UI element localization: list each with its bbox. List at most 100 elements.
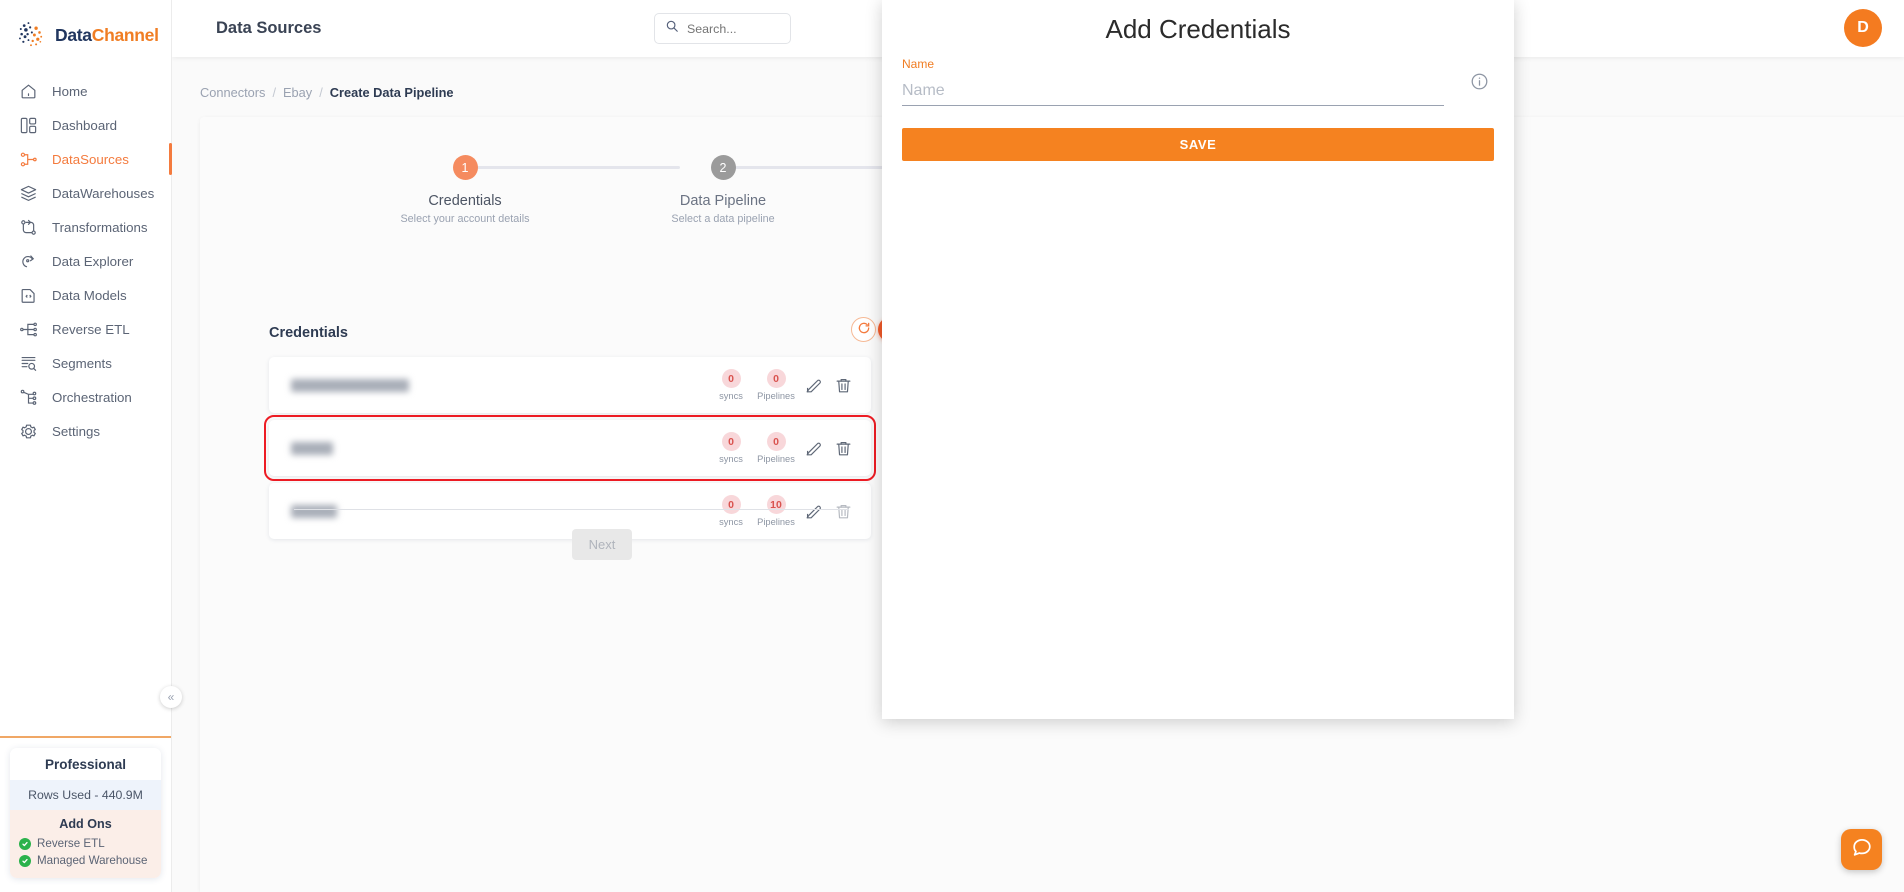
check-circle-icon xyxy=(19,854,31,867)
sidebar-item-label: Dashboard xyxy=(52,117,118,133)
sidebar-item-label: Data Explorer xyxy=(52,253,134,269)
syncs-label: syncs xyxy=(719,391,743,401)
credentials-heading: Credentials xyxy=(269,325,348,341)
stepper-step-credentials[interactable]: 1 Credentials Select your account detail… xyxy=(365,155,565,225)
dashboard-icon xyxy=(18,115,39,136)
modal-title: Add Credentials xyxy=(1105,14,1291,44)
syncs-badge-group: 0 syncs xyxy=(714,369,748,401)
plan-card[interactable]: Professional Rows Used - 440.9M Add Ons … xyxy=(10,748,161,878)
credential-name-masked xyxy=(291,378,409,392)
brand-name-part2: Channel xyxy=(91,24,159,45)
delete-icon[interactable] xyxy=(834,376,853,395)
brand-logo[interactable]: DataChannel xyxy=(0,0,171,66)
plan-addon-label: Reverse ETL xyxy=(37,837,105,850)
settings-gear-icon xyxy=(18,421,39,442)
stepper-step-title: Data Pipeline xyxy=(679,193,767,209)
status-badge: 0 xyxy=(721,369,741,388)
credential-row[interactable]: 0 syncs 0 Pipelines xyxy=(264,415,876,481)
chat-bubble-button[interactable] xyxy=(1841,829,1882,870)
brand-name-part1: Data xyxy=(55,24,92,45)
pipelines-badge-group: 10 Pipelines xyxy=(757,495,795,527)
data-models-icon xyxy=(18,285,39,306)
user-avatar[interactable]: D xyxy=(1844,9,1882,47)
credential-row-actions: 0 syncs 0 Pipelines xyxy=(714,432,871,464)
edit-icon[interactable] xyxy=(804,376,823,395)
breadcrumb-item-current: Create Data Pipeline xyxy=(329,85,454,100)
pipelines-badge-group: 0 Pipelines xyxy=(757,369,795,401)
plan-name: Professional xyxy=(10,748,161,780)
sidebar-item-label: Home xyxy=(52,83,88,99)
brand-name: DataChannel xyxy=(55,25,159,46)
sidebar-item-settings[interactable]: Settings xyxy=(0,414,171,448)
app-root: DataChannel Home Dashboard DataSources D… xyxy=(0,0,1904,892)
sidebar-item-label: DataWarehouses xyxy=(52,185,155,201)
sidebar-collapse-button[interactable]: « xyxy=(160,686,182,708)
next-button[interactable]: Next xyxy=(572,529,632,560)
syncs-label: syncs xyxy=(719,517,743,527)
sidebar-item-data-explorer[interactable]: Data Explorer xyxy=(0,244,171,278)
pipelines-badge-group: 0 Pipelines xyxy=(757,432,795,464)
sidebar-item-datasources[interactable]: DataSources xyxy=(0,142,172,176)
name-input[interactable] xyxy=(902,76,1444,106)
sidebar-item-label: Transformations xyxy=(52,219,148,235)
edit-icon[interactable] xyxy=(804,502,823,521)
sidebar-item-data-models[interactable]: Data Models xyxy=(0,278,171,312)
search-input[interactable] xyxy=(687,21,782,36)
sidebar-item-reverse-etl[interactable]: Reverse ETL xyxy=(0,312,171,346)
sidebar-item-transformations[interactable]: Transformations xyxy=(0,210,171,244)
refresh-icon xyxy=(857,321,871,338)
reverse-etl-icon xyxy=(18,319,39,340)
plan-addons-heading: Add Ons xyxy=(10,810,161,835)
sidebar-item-label: Reverse ETL xyxy=(52,321,130,337)
stepper-step-number: 1 xyxy=(452,155,478,180)
datachannel-logo-icon xyxy=(14,18,48,52)
orchestration-icon xyxy=(18,387,39,408)
page-title: Data Sources xyxy=(216,19,322,37)
breadcrumb: Connectors / Ebay / Create Data Pipeline xyxy=(200,85,454,100)
status-badge: 0 xyxy=(766,432,786,451)
sidebar-item-datawarehouses[interactable]: DataWarehouses xyxy=(0,176,171,210)
status-badge: 0 xyxy=(766,369,786,388)
stepper-step-subtitle: Select a data pipeline xyxy=(671,213,775,225)
sidebar-item-label: DataSources xyxy=(52,151,129,167)
status-badge: 0 xyxy=(721,432,741,451)
delete-icon[interactable] xyxy=(834,439,853,458)
status-badge: 0 xyxy=(721,495,741,514)
chat-bubble-icon xyxy=(1851,836,1873,863)
search-icon xyxy=(665,19,679,38)
check-circle-icon xyxy=(19,837,31,850)
credential-name-masked xyxy=(291,504,337,518)
credential-row-actions: 0 syncs 10 Pipelines xyxy=(714,495,871,527)
plan-rows-used: Rows Used - 440.9M xyxy=(10,780,161,810)
credential-row[interactable]: 0 syncs 10 Pipelines xyxy=(269,483,871,539)
stepper-step-data-pipeline[interactable]: 2 Data Pipeline Select a data pipeline xyxy=(623,155,823,225)
edit-icon[interactable] xyxy=(804,439,823,458)
sidebar-item-label: Data Models xyxy=(52,287,127,303)
datasources-icon xyxy=(18,149,39,170)
data-explorer-icon xyxy=(18,251,39,272)
credential-row[interactable]: 0 syncs 0 Pipelines xyxy=(269,357,871,413)
save-button[interactable]: SAVE xyxy=(902,128,1494,161)
refresh-credentials-button[interactable] xyxy=(851,317,876,342)
syncs-label: syncs xyxy=(719,454,743,464)
sidebar-item-home[interactable]: Home xyxy=(0,74,171,108)
sidebar-item-orchestration[interactable]: Orchestration xyxy=(0,380,171,414)
sidebar-item-dashboard[interactable]: Dashboard xyxy=(0,108,171,142)
sidebar: DataChannel Home Dashboard DataSources D… xyxy=(0,0,172,892)
info-icon[interactable] xyxy=(1470,72,1489,91)
pipelines-label: Pipelines xyxy=(757,391,795,401)
breadcrumb-item-ebay[interactable]: Ebay xyxy=(283,85,312,100)
sidebar-item-label: Settings xyxy=(52,423,101,439)
segments-icon xyxy=(18,353,39,374)
plan-addon-item: Reverse ETL xyxy=(19,835,161,852)
breadcrumb-separator: / xyxy=(319,85,323,100)
delete-icon[interactable] xyxy=(834,502,853,521)
stepper-step-number: 2 xyxy=(710,155,736,180)
sidebar-item-label: Segments xyxy=(52,355,112,371)
stepper-step-title: Credentials xyxy=(428,193,502,209)
breadcrumb-separator: / xyxy=(272,85,277,100)
breadcrumb-item-connectors[interactable]: Connectors xyxy=(200,85,265,100)
search-box[interactable] xyxy=(654,13,791,44)
sidebar-item-segments[interactable]: Segments xyxy=(0,346,171,380)
syncs-badge-group: 0 syncs xyxy=(714,495,748,527)
